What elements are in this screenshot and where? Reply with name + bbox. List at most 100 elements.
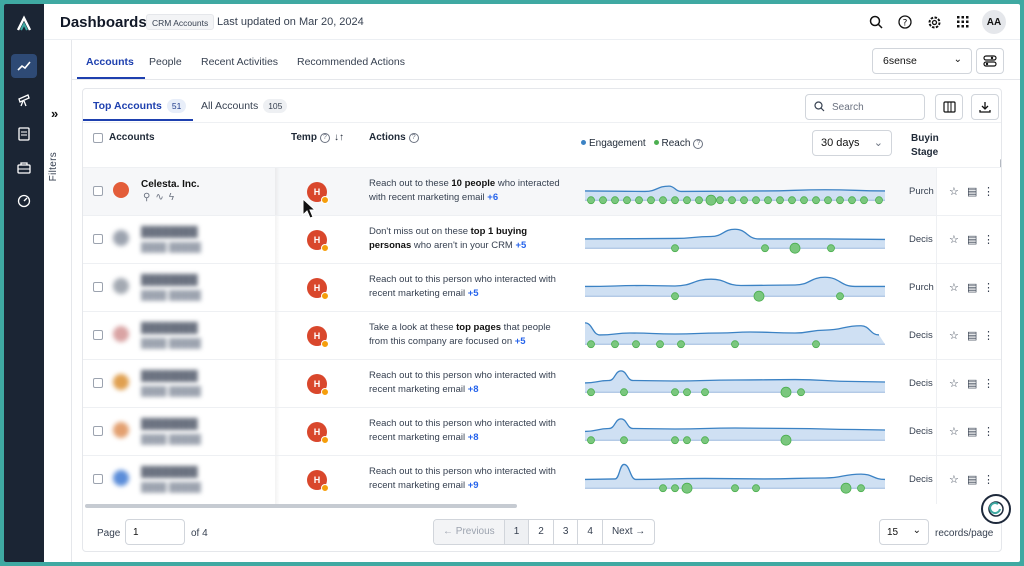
per-page-select[interactable]: 15 ⌄ [879, 519, 929, 545]
tab-people[interactable]: People [149, 56, 182, 68]
table-row[interactable]: ████████ ████ █████ H Reach out to this per… [83, 455, 1001, 504]
star-icon[interactable]: ☆ [949, 329, 959, 342]
view-settings-button[interactable] [976, 48, 1004, 74]
col-buying-stage[interactable]: Buyin Stage [911, 132, 939, 160]
more-options-icon[interactable]: ⋮ [983, 281, 994, 294]
more-options-icon[interactable]: ⋮ [983, 425, 994, 438]
help-icon[interactable]: ? [897, 14, 913, 30]
settings-icon[interactable] [926, 14, 942, 30]
table-row[interactable]: ████████ ████ █████ H Take a look at these … [83, 311, 1001, 360]
help-icon[interactable]: ? [319, 133, 330, 143]
document-icon[interactable] [11, 122, 37, 146]
download-button[interactable] [971, 94, 999, 120]
page-button-1[interactable]: 1 [504, 520, 530, 544]
more-options-icon[interactable]: ⋮ [983, 473, 994, 486]
search-icon[interactable] [868, 14, 884, 30]
next-button[interactable]: Next → [603, 520, 654, 544]
table-row[interactable]: ████████ ████ █████ H Don't miss out on the… [83, 215, 1001, 264]
tab-recommended-actions[interactable]: Recommended Actions [297, 56, 405, 68]
star-icon[interactable]: ☆ [949, 473, 959, 486]
row-checkbox[interactable] [93, 378, 103, 388]
notes-icon[interactable]: ▤ [967, 425, 977, 438]
row-checkbox[interactable] [93, 474, 103, 484]
more-actions-link[interactable]: +5 [468, 288, 479, 299]
buying-stage: Purch [909, 186, 934, 197]
search-input[interactable]: Search [805, 94, 925, 120]
expand-filters-icon[interactable]: » [51, 106, 58, 121]
more-options-icon[interactable]: ⋮ [983, 185, 994, 198]
engagement-sparkline[interactable] [585, 170, 885, 214]
temp-label: H [313, 475, 321, 485]
notes-icon[interactable]: ▤ [967, 329, 977, 342]
trending-icon[interactable] [11, 54, 37, 78]
row-checkbox[interactable] [93, 234, 103, 244]
star-icon[interactable]: ☆ [949, 377, 959, 390]
notes-icon[interactable]: ▤ [967, 233, 977, 246]
logo-icon[interactable] [11, 12, 37, 36]
source-select[interactable]: 6sense ⌄ [872, 48, 972, 74]
star-icon[interactable]: ☆ [949, 425, 959, 438]
table-row[interactable]: ████████ ████ █████ H Reach out to this per… [83, 359, 1001, 408]
engagement-sparkline[interactable] [585, 362, 885, 406]
account-name[interactable]: Celesta. Inc. [141, 179, 199, 190]
more-options-icon[interactable]: ⋮ [983, 377, 994, 390]
user-avatar[interactable]: AA [982, 10, 1006, 34]
star-icon[interactable]: ☆ [949, 281, 959, 294]
engagement-sparkline[interactable] [585, 218, 885, 262]
telescope-icon[interactable] [11, 88, 37, 112]
date-range-select[interactable]: 30 days ⌄ [812, 130, 892, 156]
previous-button[interactable]: ← Previous [434, 520, 505, 544]
page-button-4[interactable]: 4 [578, 520, 603, 544]
notes-icon[interactable]: ▤ [967, 185, 977, 198]
page-input[interactable]: 1 [125, 519, 185, 545]
help-icon[interactable]: ? [693, 139, 704, 149]
row-checkbox[interactable] [93, 282, 103, 292]
tab-accounts[interactable]: Accounts [86, 56, 134, 68]
engagement-sparkline[interactable] [585, 458, 885, 502]
subtab-top-accounts[interactable]: Top Accounts 51 [93, 99, 187, 113]
engagement-sparkline[interactable] [585, 266, 885, 310]
row-checkbox[interactable] [93, 186, 103, 196]
horizontal-scrollbar[interactable] [85, 504, 517, 508]
row-checkbox[interactable] [93, 426, 103, 436]
columns-button[interactable] [935, 94, 963, 120]
filters-panel[interactable]: » Filters [44, 40, 72, 562]
page-button-2[interactable]: 2 [529, 520, 554, 544]
col-temp[interactable]: Temp? ↓↑ [291, 132, 344, 143]
more-actions-link[interactable]: +8 [468, 432, 479, 443]
more-actions-link[interactable]: +8 [468, 384, 479, 395]
notes-icon[interactable]: ▤ [967, 281, 977, 294]
gauge-icon[interactable] [11, 189, 37, 213]
subtab-all-accounts[interactable]: All Accounts 105 [201, 99, 288, 113]
page-button-3[interactable]: 3 [554, 520, 579, 544]
reach-point [728, 196, 736, 205]
reach-point [587, 388, 595, 397]
engagement-sparkline[interactable] [585, 410, 885, 454]
tab-recent-activities[interactable]: Recent Activities [201, 56, 278, 68]
temp-badge: H [307, 470, 329, 492]
more-actions-link[interactable]: +5 [516, 240, 527, 251]
table-row[interactable]: Celesta. Inc. ⚲∿ϟ H Reach out to these 10 p… [83, 167, 1001, 216]
sort-icon[interactable]: ↓↑ [334, 132, 344, 143]
engagement-sparkline[interactable] [585, 314, 885, 358]
help-icon[interactable]: ? [408, 133, 419, 143]
table-row[interactable]: ████████ ████ █████ H Reach out to this per… [83, 263, 1001, 312]
notes-icon[interactable]: ▤ [967, 473, 977, 486]
row-checkbox[interactable] [93, 330, 103, 340]
star-icon[interactable]: ☆ [949, 185, 959, 198]
more-actions-link[interactable]: +6 [487, 192, 498, 203]
company-logo-icon [113, 182, 129, 198]
inbox-icon[interactable] [11, 156, 37, 180]
select-all-checkbox[interactable] [93, 133, 103, 143]
more-actions-link[interactable]: +9 [468, 480, 479, 491]
col-accounts[interactable]: Accounts [109, 132, 155, 143]
more-actions-link[interactable]: +5 [515, 336, 526, 347]
assistant-launcher-button[interactable] [981, 494, 1011, 524]
apps-grid-icon[interactable] [955, 14, 971, 30]
col-actions[interactable]: Actions? [369, 132, 419, 143]
star-icon[interactable]: ☆ [949, 233, 959, 246]
more-options-icon[interactable]: ⋮ [983, 233, 994, 246]
more-options-icon[interactable]: ⋮ [983, 329, 994, 342]
notes-icon[interactable]: ▤ [967, 377, 977, 390]
table-row[interactable]: ████████ ████ █████ H Reach out to this per… [83, 407, 1001, 456]
